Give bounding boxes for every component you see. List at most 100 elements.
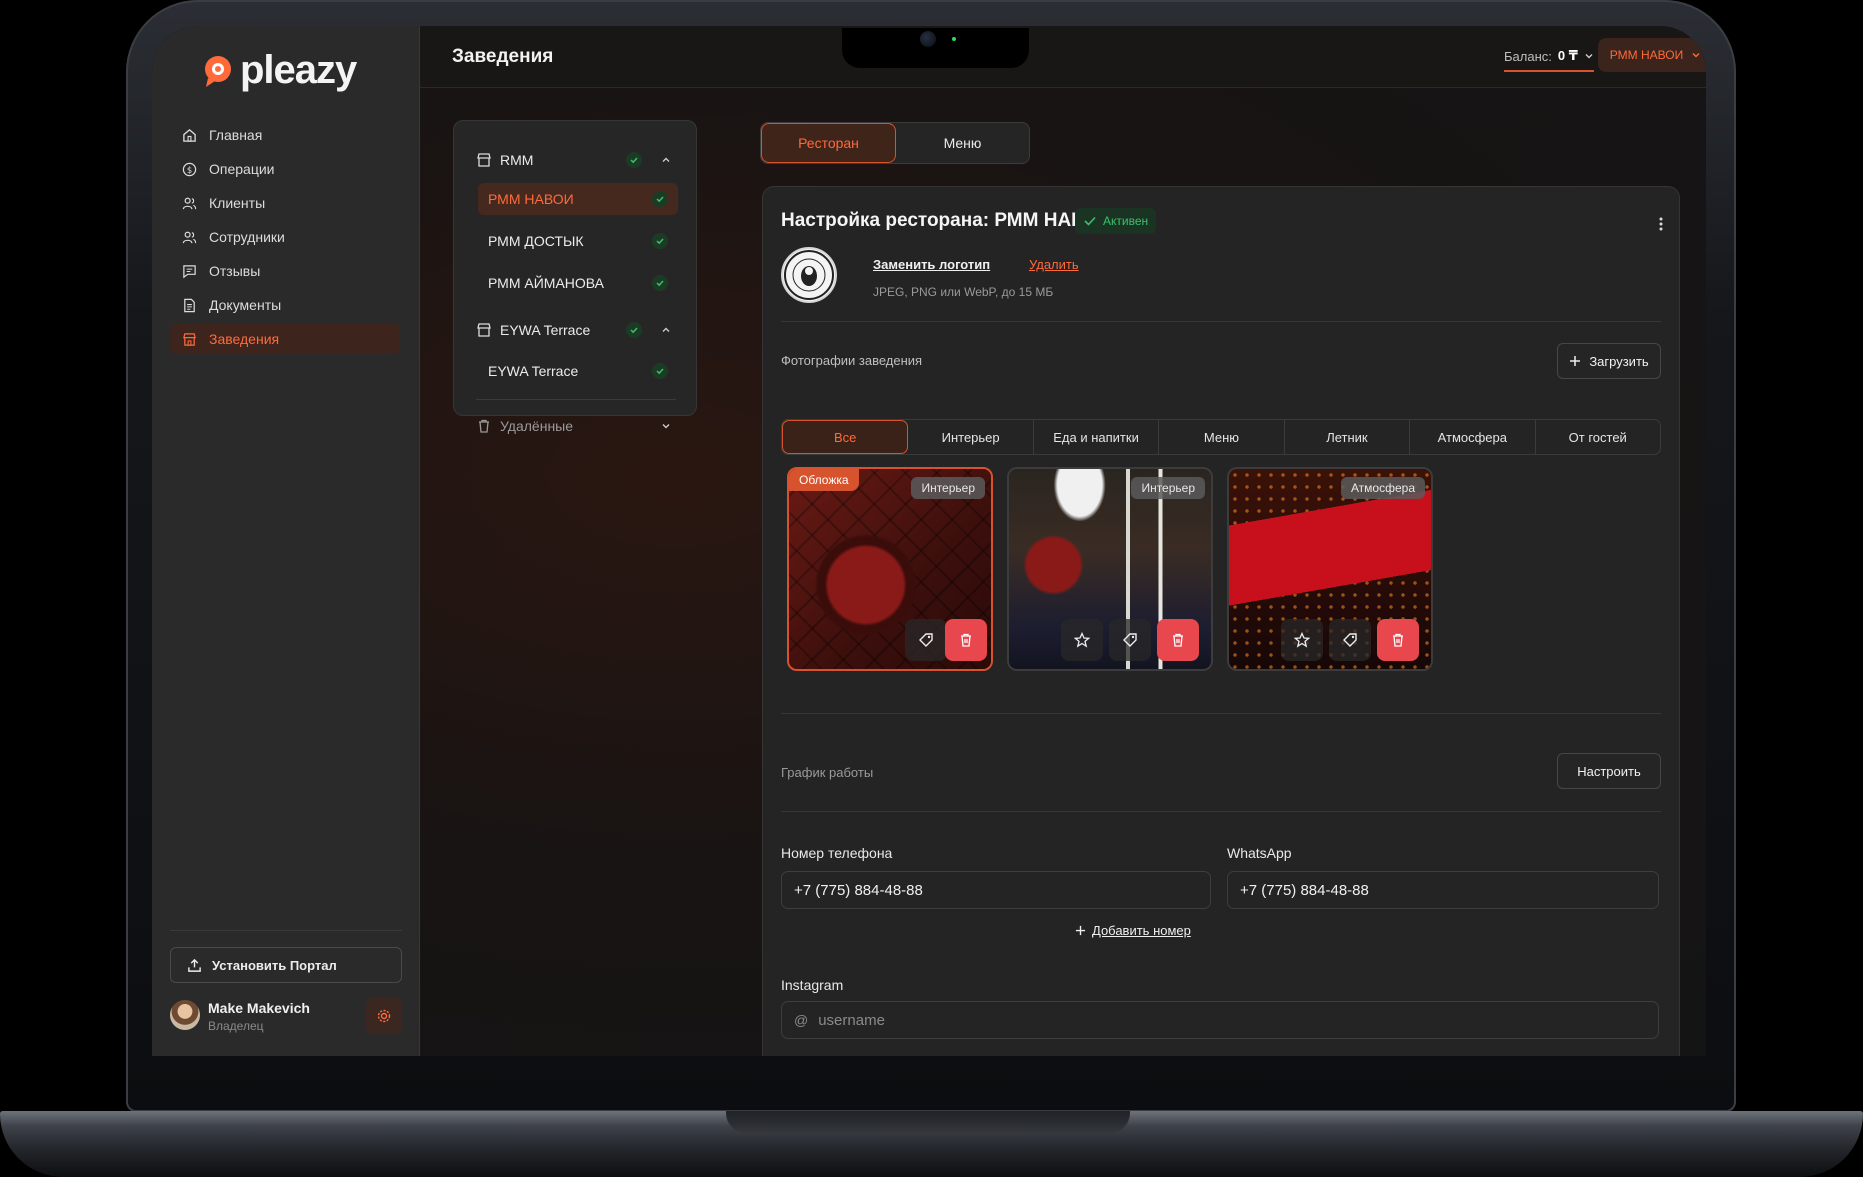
topbar: Заведения Баланс: 0 ₸ РММ НАВОИ: [420, 26, 1706, 88]
photo-card[interactable]: Атмосфера: [1227, 467, 1433, 671]
sidebar-item-label: Сотрудники: [209, 229, 285, 245]
add-number-label: Добавить номер: [1092, 923, 1191, 938]
delete-photo-button[interactable]: [1377, 619, 1419, 661]
sidebar-item-label: Главная: [209, 127, 263, 143]
restaurant-settings-card: Настройка ресторана: РММ НАВОИ Активен З…: [762, 186, 1680, 1056]
tab-restaurant[interactable]: Ресторан: [761, 123, 896, 163]
trash-icon: [1173, 633, 1183, 647]
tag-button[interactable]: [1329, 619, 1371, 661]
gear-icon: [377, 1009, 391, 1023]
check-icon: [652, 363, 668, 379]
filter-tab-all[interactable]: Все: [782, 420, 909, 454]
add-number-link[interactable]: Добавить номер: [1075, 923, 1191, 938]
configure-schedule-button[interactable]: Настроить: [1557, 753, 1661, 789]
more-vertical-icon[interactable]: [1659, 217, 1663, 231]
photo-card[interactable]: Интерьер: [1007, 467, 1213, 671]
group-row-eywa[interactable]: EYWA Terrace: [476, 315, 676, 345]
users-icon: [182, 197, 197, 209]
sidebar-item-home[interactable]: Главная: [170, 120, 400, 150]
balance-value: 0 ₸: [1557, 48, 1578, 63]
instagram-input[interactable]: @ username: [781, 1001, 1659, 1039]
trash-icon: [961, 633, 971, 647]
user-settings-button[interactable]: [366, 998, 402, 1034]
check-icon: [652, 275, 668, 291]
category-badge: Интерьер: [1131, 477, 1205, 499]
plus-icon: [1075, 925, 1086, 936]
venue-name: РММ АЙМАНОВА: [488, 275, 605, 291]
filter-tab-terrace[interactable]: Летник: [1285, 420, 1411, 454]
filter-tab-menu[interactable]: Меню: [1159, 420, 1285, 454]
venue-row-dostyk[interactable]: РММ ДОСТЫК: [478, 225, 678, 257]
delete-photo-button[interactable]: [945, 619, 987, 661]
check-icon: [652, 191, 668, 207]
whatsapp-input[interactable]: +7 (775) 884-48-88: [1227, 871, 1659, 909]
sidebar-item-operations[interactable]: $ Операции: [170, 154, 400, 184]
cover-badge: Обложка: [789, 469, 859, 491]
filter-tab-food[interactable]: Еда и напитки: [1034, 420, 1160, 454]
status-badge: Активен: [1075, 208, 1157, 234]
group-name: EYWA Terrace: [500, 322, 591, 338]
venue-row-eywa-terrace[interactable]: EYWA Terrace: [478, 355, 678, 387]
tab-menu[interactable]: Меню: [896, 123, 1029, 163]
filter-tab-interior[interactable]: Интерьер: [908, 420, 1034, 454]
group-row-rmm[interactable]: RMM: [476, 145, 676, 175]
team-icon: [182, 231, 197, 243]
sidebar-item-label: Клиенты: [209, 195, 266, 211]
venue-select[interactable]: РММ НАВОИ: [1598, 38, 1706, 72]
chevron-down-icon[interactable]: [660, 420, 672, 432]
card-title: Настройка ресторана: РММ НАВОИ: [781, 210, 1113, 231]
chevron-down-icon: [1692, 53, 1700, 58]
camera-indicator: [952, 37, 956, 41]
favorite-button[interactable]: [1281, 619, 1323, 661]
upload-label: Загрузить: [1589, 353, 1649, 369]
filter-tab-atmosphere[interactable]: Атмосфера: [1410, 420, 1536, 454]
photo-filter-tabs: Все Интерьер Еда и напитки Меню Летник А…: [781, 419, 1661, 455]
photo-card[interactable]: Обложка Интерьер: [787, 467, 993, 671]
sidebar-item-reviews[interactable]: Отзывы: [170, 256, 400, 286]
whatsapp-value: +7 (775) 884-48-88: [1240, 881, 1369, 899]
venue-select-value: РММ НАВОИ: [1609, 48, 1684, 62]
replace-logo-link[interactable]: Заменить логотип: [873, 257, 990, 272]
status-text: Активен: [1103, 214, 1149, 228]
tag-icon: [919, 633, 933, 647]
favorite-button[interactable]: [1061, 619, 1103, 661]
tree-divider: [476, 399, 676, 400]
store-icon: [477, 323, 491, 337]
delete-logo-link[interactable]: Удалить: [1029, 257, 1079, 272]
tag-button[interactable]: [1109, 619, 1151, 661]
check-icon: [1084, 216, 1096, 226]
sidebar-item-venues[interactable]: Заведения: [170, 324, 400, 354]
chevron-up-icon[interactable]: [660, 154, 672, 166]
sidebar-item-clients[interactable]: Клиенты: [170, 188, 400, 218]
at-icon: @: [794, 1012, 809, 1028]
divider: [781, 811, 1661, 812]
balance-dropdown[interactable]: Баланс: 0 ₸: [1504, 46, 1594, 72]
message-icon: [183, 264, 196, 278]
configure-label: Настроить: [1577, 763, 1641, 779]
phone-input[interactable]: +7 (775) 884-48-88: [781, 871, 1211, 909]
category-badge: Интерьер: [911, 477, 985, 499]
trash-icon: [479, 419, 489, 433]
sidebar-item-documents[interactable]: Документы: [170, 290, 400, 320]
star-icon: [1074, 632, 1090, 648]
user-profile[interactable]: Make Makevich Владелец: [170, 994, 402, 1040]
sidebar-item-label: Документы: [209, 297, 282, 313]
phone-value: +7 (775) 884-48-88: [794, 881, 923, 899]
tag-button[interactable]: [905, 619, 947, 661]
sidebar: pleazy Главная $ Операции Клиенты Сотруд…: [152, 26, 420, 1056]
sidebar-nav: Главная $ Операции Клиенты Сотрудники От…: [170, 120, 400, 358]
check-icon: [626, 322, 642, 338]
venue-row-aimanova[interactable]: РММ АЙМАНОВА: [478, 267, 678, 299]
upload-button[interactable]: Загрузить: [1557, 343, 1661, 379]
brand-name: pleazy: [240, 48, 357, 92]
tag-icon: [1343, 633, 1357, 647]
delete-photo-button[interactable]: [1157, 619, 1199, 661]
venue-row-navoi[interactable]: РММ НАВОИ: [478, 183, 678, 215]
filter-tab-guests[interactable]: От гостей: [1536, 420, 1660, 454]
brand-logo[interactable]: pleazy: [202, 48, 357, 93]
sidebar-item-staff[interactable]: Сотрудники: [170, 222, 400, 252]
chevron-up-icon[interactable]: [660, 324, 672, 336]
install-portal-button[interactable]: Установить Портал: [170, 947, 402, 983]
deleted-group-row[interactable]: Удалённые: [476, 411, 676, 441]
schedule-label: График работы: [781, 765, 874, 780]
